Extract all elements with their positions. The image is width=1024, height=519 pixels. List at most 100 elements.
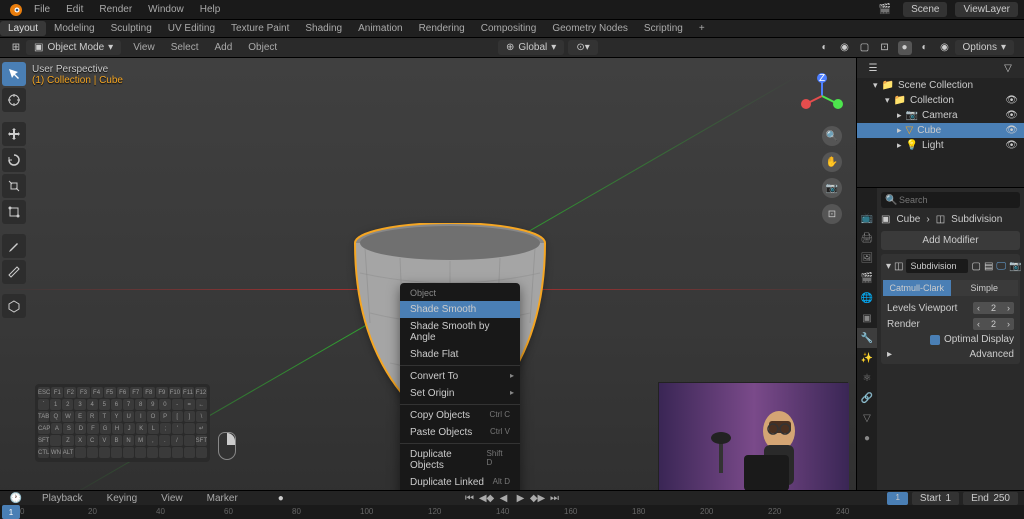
add-modifier-button[interactable]: Add Modifier xyxy=(881,231,1020,250)
mod-display-oncage[interactable]: ▢ xyxy=(971,261,980,272)
outliner-icon[interactable]: ☰ xyxy=(866,61,880,75)
menu-render[interactable]: Render xyxy=(91,2,140,17)
shading-rendered[interactable]: ◉ xyxy=(938,41,952,55)
keyframe-prev[interactable]: ◀◆ xyxy=(480,492,494,504)
tool-measure[interactable] xyxy=(2,260,26,284)
tab-output[interactable]: 🖨 xyxy=(857,228,877,248)
ctx-copy-objects[interactable]: Copy ObjectsCtrl C xyxy=(400,407,520,424)
ctx-duplicate-objects[interactable]: Duplicate ObjectsShift D xyxy=(400,446,520,474)
ctx-paste-objects[interactable]: Paste ObjectsCtrl V xyxy=(400,424,520,441)
mode-dropdown[interactable]: ▣Object Mode▾ xyxy=(26,40,121,55)
ctx-shade-smooth-by-angle[interactable]: Shade Smooth by Angle xyxy=(400,318,520,346)
tl-view[interactable]: View xyxy=(153,491,191,506)
tl-playback[interactable]: Playback xyxy=(34,491,91,506)
nav-gizmo[interactable]: Z xyxy=(798,72,846,120)
mod-display-realtime[interactable]: 🖵 xyxy=(996,261,1006,272)
timeline-icon[interactable]: 🕐 xyxy=(9,491,23,505)
ws-modeling[interactable]: Modeling xyxy=(46,21,103,36)
nav-zoom[interactable]: 🔍 xyxy=(822,126,842,146)
tab-mesh[interactable]: ▽ xyxy=(857,408,877,428)
eye-icon[interactable]: 👁 xyxy=(1005,140,1018,151)
nav-pan[interactable]: ✋ xyxy=(822,152,842,172)
orientation-dropdown[interactable]: ⊕Global▾ xyxy=(498,40,564,55)
tl-marker[interactable]: Marker xyxy=(199,491,246,506)
playhead[interactable]: 1 xyxy=(2,505,20,519)
menu-help[interactable]: Help xyxy=(192,2,229,17)
shading-solid[interactable]: ● xyxy=(898,41,912,55)
tab-viewlayer[interactable]: 🖼 xyxy=(857,248,877,268)
tab-material[interactable]: ● xyxy=(857,428,877,448)
outliner-light[interactable]: ▸ 💡 Light👁 xyxy=(857,138,1024,153)
shading-wireframe[interactable]: ⊡ xyxy=(878,41,892,55)
3d-viewport[interactable]: User Perspective (1) Collection | Cube O… xyxy=(0,58,856,502)
tool-rotate[interactable] xyxy=(2,148,26,172)
eye-icon[interactable]: 👁 xyxy=(1005,125,1018,136)
play-forward[interactable]: ▶ xyxy=(514,492,528,504)
ctx-shade-flat[interactable]: Shade Flat xyxy=(400,346,520,363)
menu-window[interactable]: Window xyxy=(140,2,192,17)
header-add[interactable]: Add xyxy=(206,40,240,55)
tab-object[interactable]: ▣ xyxy=(857,308,877,328)
nav-persp[interactable]: ⊡ xyxy=(822,204,842,224)
mode-catmull[interactable]: Catmull-Clark xyxy=(883,280,951,296)
autokey-toggle[interactable]: ● xyxy=(274,491,288,505)
filter-icon[interactable]: ▽ xyxy=(1001,61,1015,75)
tool-addcube[interactable] xyxy=(2,294,26,318)
mod-display-render[interactable]: 📷 xyxy=(1009,261,1021,272)
chevron-down-icon[interactable]: ▾ xyxy=(886,261,891,272)
optimal-display-check[interactable] xyxy=(930,335,940,345)
tab-render[interactable]: 📺 xyxy=(857,208,877,228)
editor-type-icon[interactable]: ⊞ xyxy=(9,41,23,55)
eye-icon[interactable]: 👁 xyxy=(1005,95,1018,106)
levels-render-field[interactable]: 2 xyxy=(973,318,1014,330)
ws-sculpting[interactable]: Sculpting xyxy=(103,21,160,36)
viewlayer-name[interactable]: ViewLayer xyxy=(955,2,1018,17)
nav-camera[interactable]: 📷 xyxy=(822,178,842,198)
jump-start[interactable]: ⏮ xyxy=(463,492,477,504)
advanced-panel[interactable]: ▸ Advanced xyxy=(883,347,1018,362)
options-dropdown[interactable]: Options ▾ xyxy=(955,40,1015,55)
current-frame[interactable]: 1 xyxy=(887,492,907,505)
xray-toggle[interactable]: ▢ xyxy=(858,41,872,55)
tab-world[interactable]: 🌐 xyxy=(857,288,877,308)
keyframe-next[interactable]: ◆▶ xyxy=(531,492,545,504)
menu-edit[interactable]: Edit xyxy=(58,2,91,17)
ctx-set-origin[interactable]: Set Origin xyxy=(400,385,520,402)
header-view[interactable]: View xyxy=(125,40,163,55)
ws-layout[interactable]: Layout xyxy=(0,21,46,36)
tab-scene[interactable]: 🎬 xyxy=(857,268,877,288)
levels-viewport-field[interactable]: 2 xyxy=(973,302,1014,314)
mode-simple[interactable]: Simple xyxy=(951,280,1019,296)
ws-geonodes[interactable]: Geometry Nodes xyxy=(544,21,636,36)
tool-select[interactable] xyxy=(2,62,26,86)
tl-keying[interactable]: Keying xyxy=(99,491,146,506)
tool-transform[interactable] xyxy=(2,200,26,224)
snap-toggle[interactable]: ⊙▾ xyxy=(568,40,597,55)
outliner-cube[interactable]: ▸ ▽ Cube👁 xyxy=(857,123,1024,138)
ws-compositing[interactable]: Compositing xyxy=(473,21,545,36)
ws-animation[interactable]: Animation xyxy=(350,21,410,36)
ws-rendering[interactable]: Rendering xyxy=(411,21,473,36)
ws-add[interactable]: + xyxy=(691,21,713,36)
ctx-duplicate-linked[interactable]: Duplicate LinkedAlt D xyxy=(400,474,520,491)
mod-display-editmode[interactable]: ▤ xyxy=(984,261,993,272)
gizmo-toggle[interactable]: ◐ xyxy=(818,41,832,55)
eye-icon[interactable]: 👁 xyxy=(1005,110,1018,121)
jump-end[interactable]: ⏭ xyxy=(548,492,562,504)
timeline-ruler[interactable]: 1 020406080100120140160180200220240 xyxy=(0,505,1024,519)
end-frame[interactable]: End 250 xyxy=(963,492,1018,505)
modifier-name-input[interactable] xyxy=(906,259,968,273)
start-frame[interactable]: Start 1 xyxy=(912,492,959,505)
play-reverse[interactable]: ◀ xyxy=(497,492,511,504)
outliner-collection[interactable]: ▾ 📁 Collection👁 xyxy=(857,93,1024,108)
scene-name[interactable]: Scene xyxy=(903,2,947,17)
tab-modifiers[interactable]: 🔧 xyxy=(857,328,877,348)
ws-uv[interactable]: UV Editing xyxy=(160,21,223,36)
tab-constraints[interactable]: 🔗 xyxy=(857,388,877,408)
tool-cursor[interactable] xyxy=(2,88,26,112)
tool-annotate[interactable] xyxy=(2,234,26,258)
overlay-toggle[interactable]: ◉ xyxy=(838,41,852,55)
property-search[interactable] xyxy=(881,192,1020,208)
tab-physics[interactable]: ⚛ xyxy=(857,368,877,388)
menu-file[interactable]: File xyxy=(26,2,58,17)
